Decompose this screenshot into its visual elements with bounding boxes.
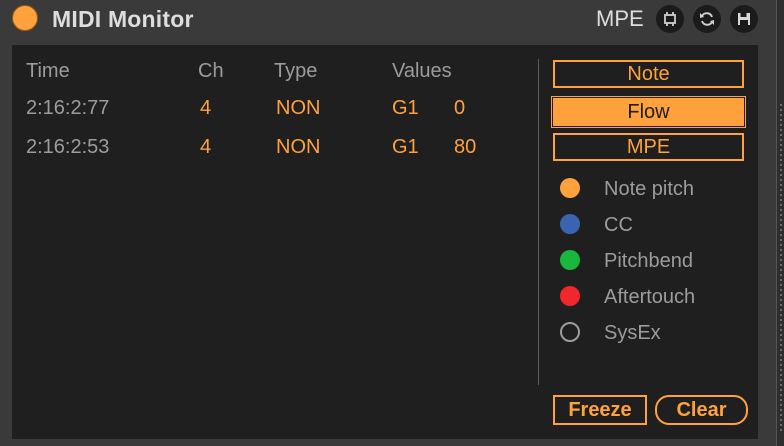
cc-dot-icon — [560, 214, 580, 234]
row-value: 80 — [454, 136, 477, 158]
refresh-icon-glyph — [700, 12, 714, 26]
legend-label: CC — [604, 214, 633, 236]
pitchbend-dot-icon — [560, 250, 580, 270]
aftertouch-dot-icon — [560, 286, 580, 306]
midi-monitor-device: MIDI Monitor MPE Time Ch Type Values 2:1… — [0, 0, 776, 446]
flow-mode-button[interactable]: Flow — [551, 96, 746, 128]
mpe-mode-button[interactable]: MPE — [553, 133, 744, 161]
sysex-dot-icon — [560, 322, 580, 342]
row-time: 2:16:2:77 — [26, 97, 110, 119]
resize-icon-glyph — [664, 12, 676, 26]
column-header-values: Values — [392, 60, 452, 82]
row-note: G1 — [392, 136, 419, 158]
scroll-grip[interactable] — [780, 104, 782, 434]
clear-button[interactable]: Clear — [655, 395, 748, 425]
legend-label: Pitchbend — [604, 250, 693, 272]
row-note: G1 — [392, 97, 419, 119]
row-value: 0 — [454, 97, 466, 119]
power-toggle-icon[interactable] — [12, 5, 38, 31]
row-channel: 4 — [200, 97, 212, 119]
column-header-ch: Ch — [198, 60, 224, 82]
save-icon[interactable] — [730, 5, 758, 33]
note-mode-button[interactable]: Note — [553, 60, 744, 88]
legend-label: Note pitch — [604, 178, 695, 200]
legend-label: SysEx — [604, 322, 661, 344]
resize-icon[interactable] — [656, 5, 684, 33]
mpe-indicator: MPE — [596, 6, 644, 31]
save-icon-glyph — [738, 13, 750, 25]
device-title: MIDI Monitor — [52, 6, 194, 32]
note-pitch-dot-icon — [560, 178, 580, 198]
panel-divider — [538, 59, 539, 385]
column-header-type: Type — [274, 60, 318, 82]
row-channel: 4 — [200, 136, 212, 158]
legend-label: Aftertouch — [604, 286, 696, 308]
row-time: 2:16:2:53 — [26, 136, 110, 158]
adjacent-device-edge — [776, 0, 784, 446]
row-type: NON — [276, 136, 321, 158]
row-type: NON — [276, 97, 321, 119]
refresh-icon[interactable] — [693, 5, 721, 33]
column-header-time: Time — [26, 60, 70, 82]
title-bar: MIDI Monitor MPE — [0, 0, 776, 38]
monitor-panel: Time Ch Type Values 2:16:2:77 4 NON G1 0… — [12, 45, 758, 439]
freeze-button[interactable]: Freeze — [553, 395, 647, 425]
